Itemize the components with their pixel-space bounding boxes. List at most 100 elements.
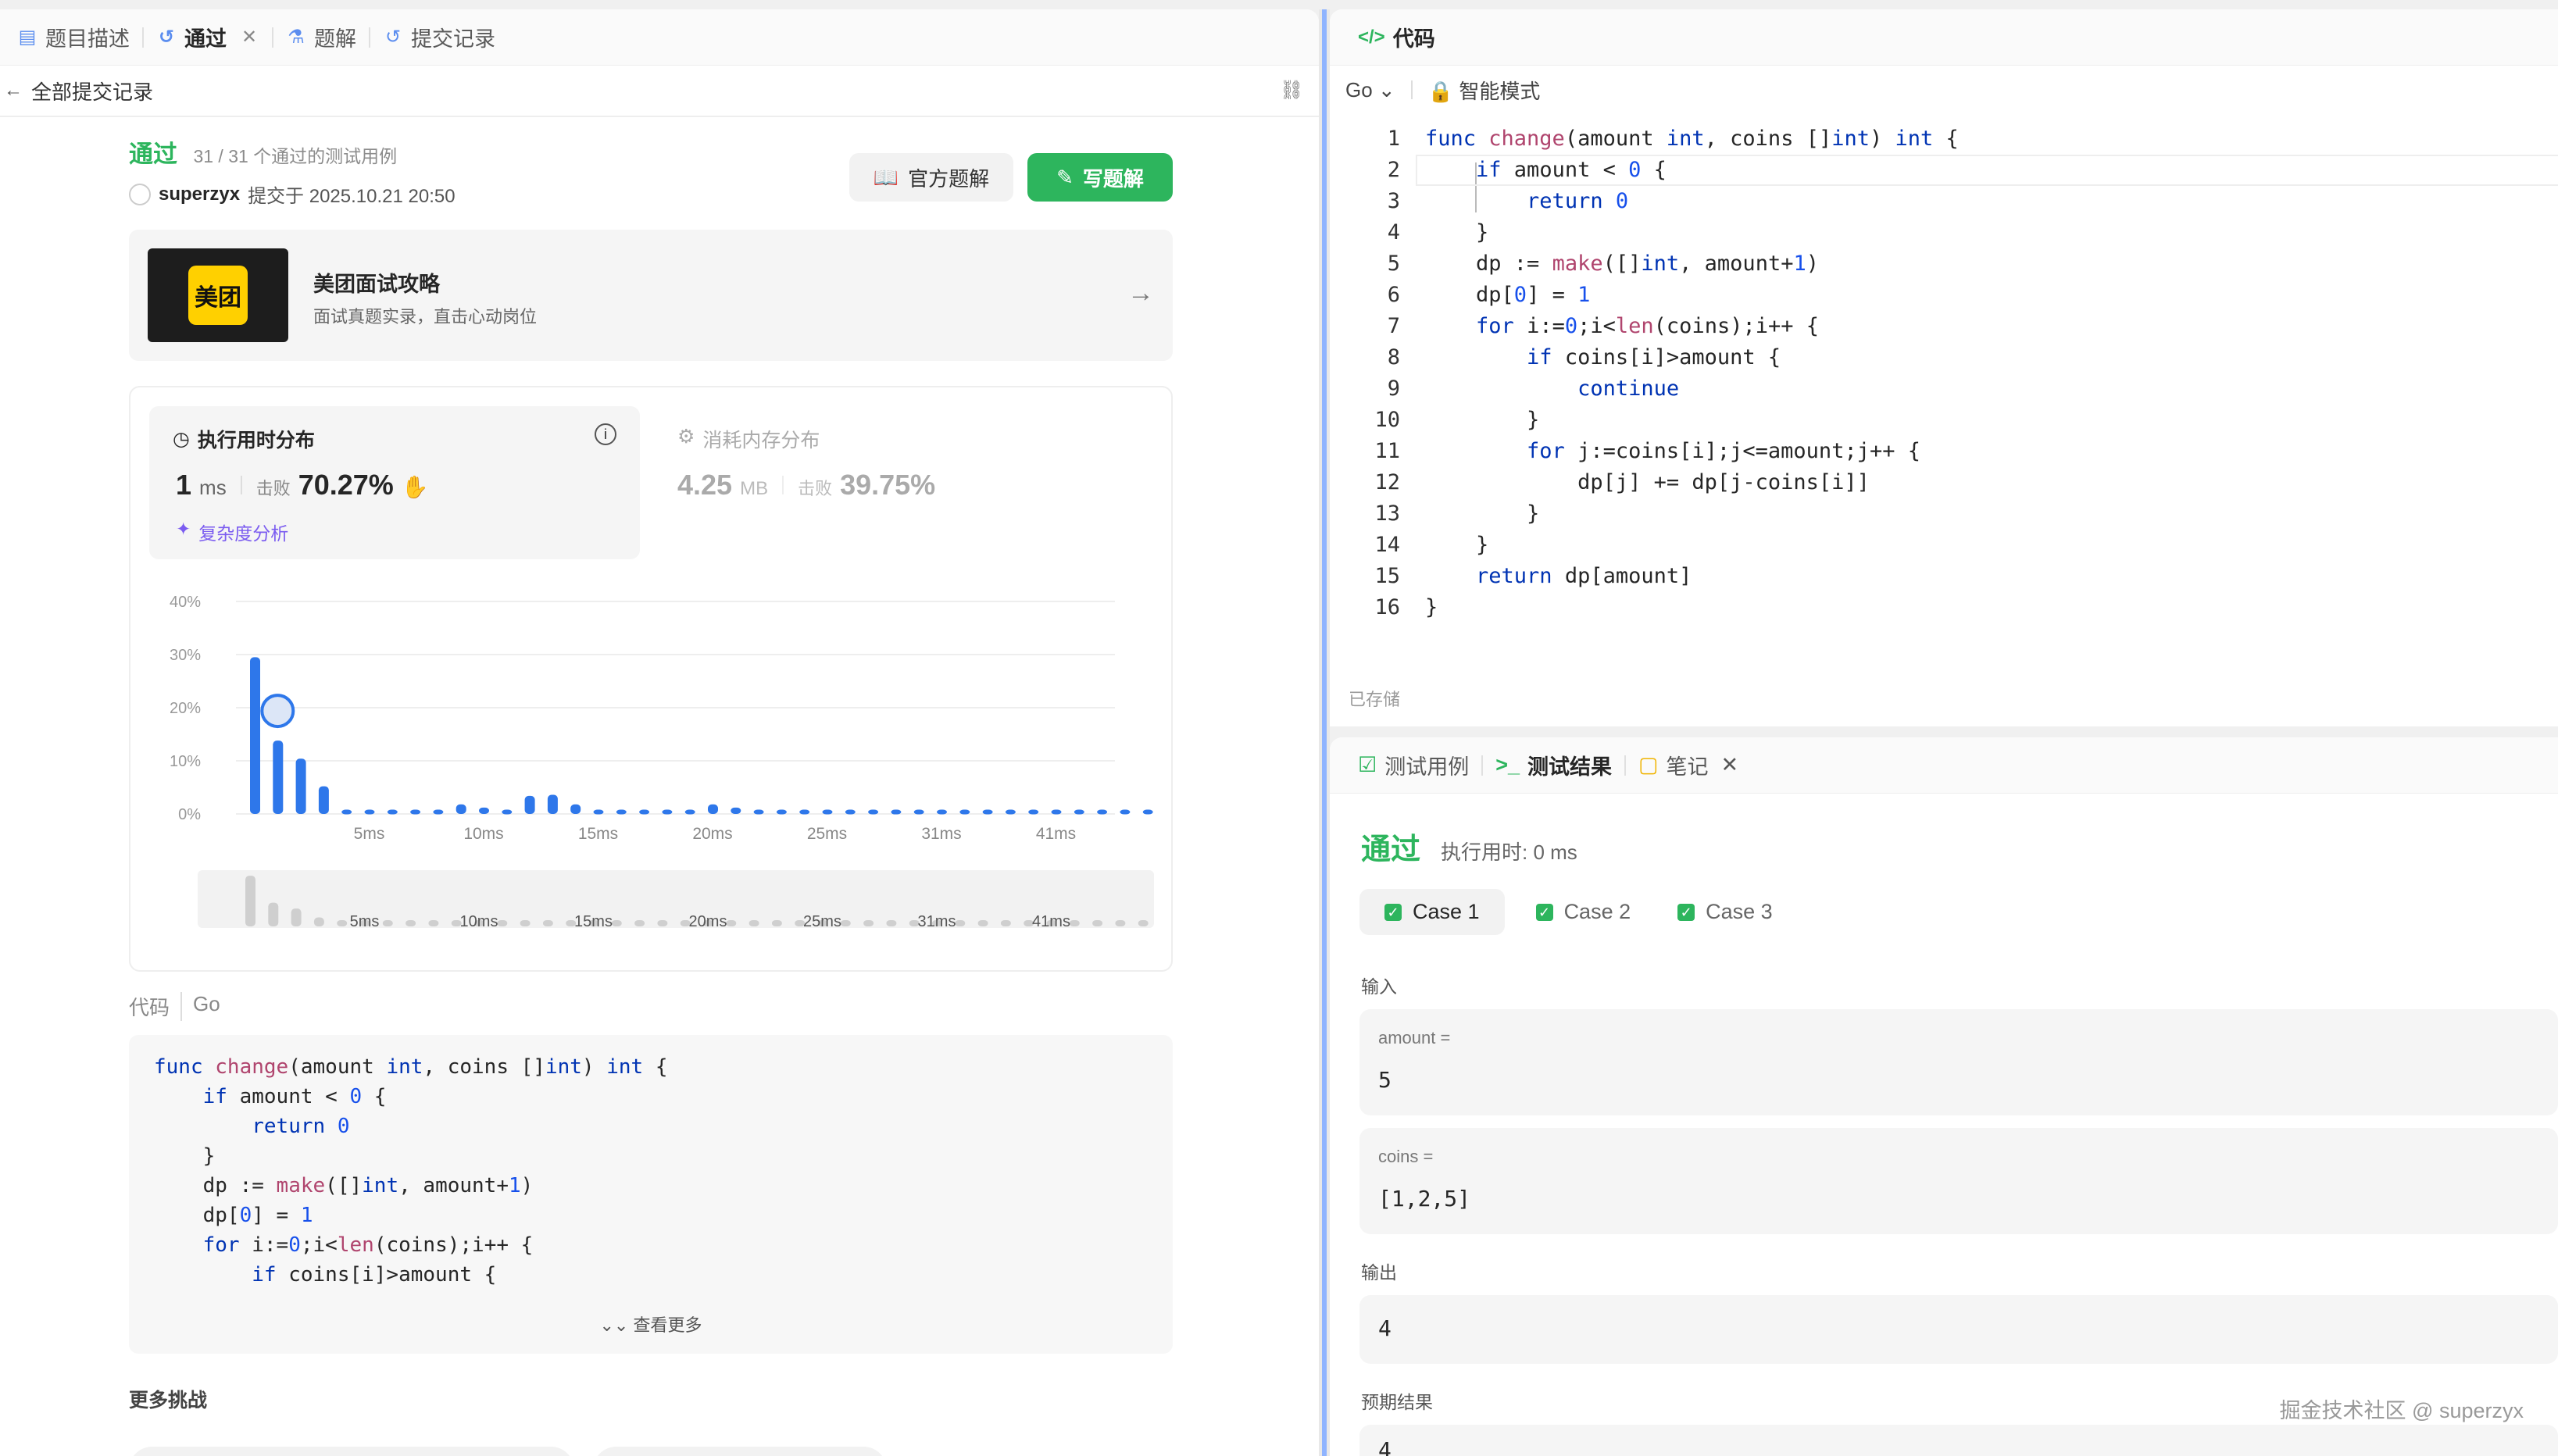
runtime-bar[interactable] <box>753 809 764 815</box>
complexity-analysis-link[interactable]: ✦ 复杂度分析 <box>176 519 288 545</box>
runtime-bar[interactable] <box>868 809 879 815</box>
runtime-bar[interactable] <box>1142 809 1153 815</box>
code-token: (coins);i++ { <box>373 1233 534 1257</box>
tab-notes[interactable]: ▢ 笔记 ✕ <box>1626 750 1751 780</box>
runtime-bar[interactable] <box>273 740 284 814</box>
code-token: dp[j] += dp[j-coins[i]] <box>1425 470 1870 494</box>
runtime-bar[interactable] <box>891 809 902 815</box>
user-position-marker[interactable] <box>260 694 295 729</box>
challenge-chip[interactable] <box>129 1447 574 1456</box>
code-token: if <box>202 1085 227 1108</box>
runtime-bar[interactable] <box>684 809 695 815</box>
tab-submissions[interactable]: ↺ 提交记录 <box>370 22 508 52</box>
terminal-icon: >_ <box>1495 753 1520 776</box>
runtime-bar[interactable] <box>1074 809 1084 815</box>
overview-tick-label: 31ms <box>918 913 956 930</box>
runtime-bar[interactable] <box>845 809 856 815</box>
close-icon[interactable]: ✕ <box>239 27 259 48</box>
runtime-bar[interactable] <box>502 809 513 815</box>
code-line: dp[0] = 1 <box>154 1201 668 1230</box>
language-select[interactable]: Go ⌄ <box>1345 78 1395 102</box>
tab-accepted[interactable]: ↺ 通过 ✕ <box>144 22 272 52</box>
runtime-bar[interactable] <box>364 809 375 815</box>
write-solution-button[interactable]: ✎ 写题解 <box>1027 153 1173 202</box>
runtime-values: 1 ms 击败 70.27% ✋ <box>176 469 429 501</box>
line-number: 5 <box>1387 252 1400 276</box>
link-icon[interactable]: ⛓ <box>1280 80 1303 101</box>
runtime-bar[interactable] <box>982 809 993 815</box>
code-token: { <box>1933 127 1959 151</box>
line-number: 7 <box>1387 314 1400 338</box>
runtime-distribution-chart[interactable]: 40% 30% 20% 10% 0% 5ms 10ms 15ms 20ms 25ms 31ms 41m… <box>130 575 1170 965</box>
runtime-bar[interactable] <box>593 809 604 815</box>
editor-code[interactable]: func change(amount int, coins []int) int… <box>1425 123 1959 623</box>
runtime-bar[interactable] <box>433 809 444 815</box>
overview-bar <box>840 920 851 926</box>
chevron-down-icon: ⌄⌄ <box>599 1315 634 1335</box>
runtime-bar[interactable] <box>1051 809 1062 815</box>
all-submissions-link[interactable]: 全部提交记录 <box>31 77 153 105</box>
runtime-bar[interactable] <box>937 809 947 815</box>
smart-mode-toggle[interactable]: 🔒 智能模式 <box>1428 76 1541 105</box>
runtime-bar[interactable] <box>1097 809 1108 815</box>
overview-tick-label: 41ms <box>1032 913 1070 930</box>
tab-code[interactable]: </> 代码 <box>1345 22 1448 52</box>
runtime-bar[interactable] <box>1120 809 1131 815</box>
case-tab-1[interactable]: ✓ Case 1 <box>1359 889 1505 935</box>
runtime-bar[interactable] <box>387 809 398 815</box>
tab-solutions[interactable]: ⚗ 题解 <box>273 22 369 52</box>
case-tab-2[interactable]: ✓ Case 2 <box>1520 889 1647 935</box>
line-number: 1 <box>1387 127 1400 151</box>
overview-scrubber[interactable] <box>198 870 1154 928</box>
runtime-bar[interactable] <box>639 809 650 815</box>
code-token: 0 <box>1513 283 1527 307</box>
runtime-bar[interactable] <box>410 809 421 815</box>
runtime-bar[interactable] <box>250 657 260 814</box>
y-tick-label: 20% <box>170 700 201 717</box>
tab-description[interactable]: ▤ 题目描述 <box>5 22 142 52</box>
runtime-bar[interactable] <box>708 804 718 814</box>
official-solution-button[interactable]: 📖 官方题解 <box>849 153 1013 202</box>
runtime-bar[interactable] <box>479 807 489 814</box>
runtime-bar[interactable] <box>1028 809 1039 815</box>
runtime-bar[interactable] <box>524 795 535 814</box>
runtime-bar[interactable] <box>570 804 581 814</box>
runtime-bar[interactable] <box>776 809 787 815</box>
username[interactable]: superzyx <box>159 184 240 205</box>
runtime-box[interactable]: ◷ 执行用时分布 i 1 ms 击败 70.27% ✋ ✦ 复杂度分析 <box>149 406 640 559</box>
show-more-button[interactable]: ⌄⌄ 查看更多 <box>129 1311 1173 1336</box>
runtime-bar[interactable] <box>662 809 673 815</box>
runtime-bar[interactable] <box>799 809 810 815</box>
code-token: return <box>1476 564 1552 588</box>
case-tab-3[interactable]: ✓ Case 3 <box>1662 889 1788 935</box>
back-arrow-icon[interactable]: ← <box>3 80 23 101</box>
code-token: if <box>252 1263 277 1286</box>
runtime-bar[interactable] <box>456 804 466 814</box>
runtime-bar[interactable] <box>616 809 627 815</box>
memory-box[interactable]: ⚙ 消耗内存分布 4.25 MB 击败 39.75% <box>677 406 1146 559</box>
divider <box>1410 80 1413 99</box>
y-tick-label: 0% <box>178 806 201 823</box>
code-token: int <box>386 1055 423 1079</box>
promo-banner[interactable]: 美团 美团面试攻略 面试真题实录，直击心动岗位 → <box>129 230 1173 361</box>
challenge-chip[interactable] <box>593 1447 887 1456</box>
runtime-bar[interactable] <box>547 794 558 814</box>
runtime-bar[interactable] <box>341 809 352 815</box>
runtime-bar[interactable] <box>913 809 924 815</box>
info-icon[interactable]: i <box>595 423 616 445</box>
tab-test-results[interactable]: >_ 测试结果 <box>1483 750 1624 780</box>
runtime-bar[interactable] <box>1005 809 1016 815</box>
check-icon: ✓ <box>1677 903 1695 921</box>
runtime-bar[interactable] <box>959 809 970 815</box>
runtime-bar[interactable] <box>822 809 833 815</box>
panel-resize-handle[interactable] <box>1319 9 1330 1456</box>
runtime-bar[interactable] <box>731 807 741 814</box>
runtime-bar[interactable] <box>295 758 306 814</box>
close-icon[interactable]: ✕ <box>1721 753 1739 777</box>
code-line: for i:=0;i<len(coins);i++ { <box>1425 311 1959 342</box>
runtime-bar[interactable] <box>318 786 329 814</box>
tab-testcases[interactable]: ☑ 测试用例 <box>1345 750 1481 780</box>
code-token: len <box>337 1233 374 1257</box>
